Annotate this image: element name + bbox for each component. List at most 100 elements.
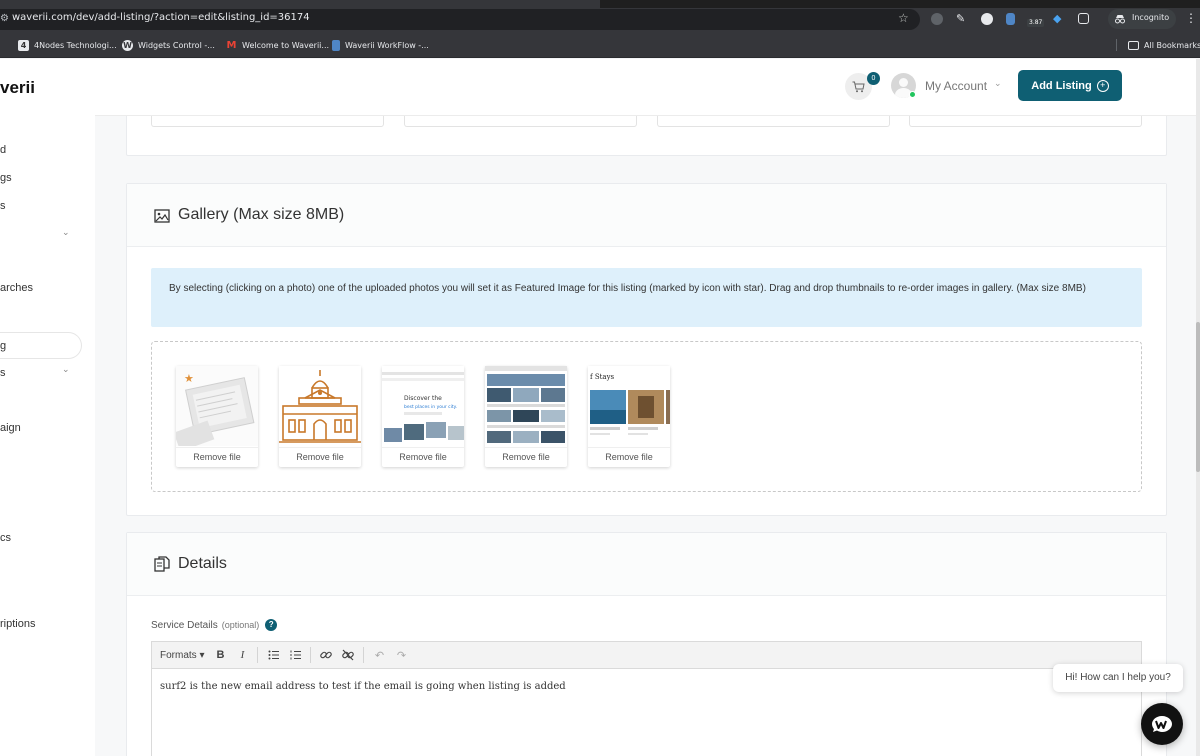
remove-file-button[interactable]: Remove file: [382, 447, 464, 467]
chat-greeting-bubble[interactable]: Hi! How can I help you?: [1053, 664, 1183, 692]
main-content: Gallery (Max size 8MB) By selecting (cli…: [95, 59, 1200, 756]
optional-label: (optional): [221, 620, 260, 630]
site-logo[interactable]: verii: [0, 78, 35, 98]
formats-label: Formats: [160, 649, 197, 661]
gallery-thumbnail[interactable]: Discover the best places in your city. R…: [382, 366, 464, 467]
sidebar-active-highlight: [0, 332, 82, 359]
extension-badge: 3.87: [1027, 19, 1045, 27]
thumbnail-heading: f Stays: [590, 373, 615, 381]
gallery-header: Gallery (Max size 8MB): [127, 184, 1166, 247]
thumbnail-image[interactable]: f Stays: [588, 366, 670, 446]
incognito-icon: [1115, 15, 1125, 24]
remove-file-button[interactable]: Remove file: [279, 447, 361, 467]
all-bookmarks-label: All Bookmarks: [1144, 40, 1200, 50]
url-text[interactable]: waverii.com/dev/add-listing/?action=edit…: [12, 12, 310, 23]
sidebar-item-subscriptions[interactable]: riptions: [0, 618, 35, 630]
details-title: Details: [178, 555, 227, 572]
gallery-thumbnail[interactable]: ★ Remove file: [176, 366, 258, 467]
copy-document-icon: [154, 556, 170, 572]
chevron-down-icon[interactable]: ⌄: [62, 228, 70, 238]
thumbnail-image[interactable]: [485, 366, 567, 446]
chevron-down-icon[interactable]: ⌄: [62, 365, 70, 375]
scrollbar-thumb[interactable]: [1196, 322, 1200, 472]
link-icon[interactable]: [316, 645, 336, 665]
bookmark-4nodes[interactable]: 4 4Nodes Technologi...: [18, 38, 117, 52]
bullet-list-icon[interactable]: [263, 645, 283, 665]
extension-icon[interactable]: [981, 13, 993, 25]
doc-icon: [332, 39, 340, 51]
extensions-puzzle-icon[interactable]: [1078, 13, 1089, 24]
sidebar-item-3[interactable]: s: [0, 200, 6, 212]
bookmark-label: Widgets Control -...: [138, 40, 215, 50]
remove-file-button[interactable]: Remove file: [176, 447, 258, 467]
active-tab[interactable]: [0, 0, 600, 8]
editor-content[interactable]: surf2 is the new email address to test i…: [160, 681, 566, 692]
redo-icon[interactable]: ↷: [391, 645, 411, 665]
cart-count-badge: 0: [867, 72, 880, 85]
bookmarks-bar: 4 4Nodes Technologi... W Widgets Control…: [0, 31, 1200, 58]
4nodes-icon: 4: [18, 39, 29, 51]
bookmark-label: Waverii WorkFlow -...: [345, 40, 429, 50]
gallery-thumbnail[interactable]: f Stays Remove file: [588, 366, 670, 467]
incognito-indicator[interactable]: Incognito: [1108, 9, 1176, 29]
thumbnail-heading-line1: Discover the: [404, 395, 442, 402]
sidebar-item-stats[interactable]: cs: [0, 532, 11, 544]
gallery-dropzone[interactable]: ★ Remove file Remove file Discover the b…: [151, 341, 1142, 492]
undo-icon[interactable]: ↶: [369, 645, 389, 665]
tag-extension-icon[interactable]: ◆: [1053, 13, 1065, 25]
thumbnail-image[interactable]: Discover the best places in your city.: [382, 366, 464, 446]
extension-doc-icon[interactable]: [1006, 13, 1015, 25]
gallery-title: Gallery (Max size 8MB): [178, 206, 345, 223]
unlink-icon[interactable]: [338, 645, 358, 665]
plus-circle-icon: +: [1096, 79, 1109, 92]
eyedropper-icon[interactable]: ✎: [956, 13, 968, 25]
thumbnail-heading-line2: best places in your city.: [404, 404, 457, 410]
italic-button[interactable]: I: [232, 645, 252, 665]
formats-dropdown[interactable]: Formats ▾: [160, 645, 208, 665]
gallery-info-box: By selecting (clicking on a photo) one o…: [151, 268, 1142, 327]
sidebar-item-listings[interactable]: gs: [0, 172, 12, 184]
gallery-section: Gallery (Max size 8MB) By selecting (cli…: [126, 183, 1167, 516]
sidebar-item-searches[interactable]: arches: [0, 282, 33, 294]
page-scrollbar[interactable]: [1196, 59, 1200, 756]
toolbar-divider: [310, 647, 312, 663]
browser-menu-icon[interactable]: ⋮: [1185, 11, 1197, 25]
extension-globe-icon[interactable]: [931, 13, 943, 25]
help-icon[interactable]: ?: [265, 619, 278, 631]
bookmarks-divider: [1116, 39, 1117, 51]
editor-toolbar: Formats ▾ B I ↶ ↷: [151, 641, 1142, 669]
address-bar[interactable]: ⚙ waverii.com/dev/add-listing/?action=ed…: [0, 9, 920, 30]
service-details-editor[interactable]: surf2 is the new email address to test i…: [151, 669, 1142, 756]
site-info-icon[interactable]: ⚙: [0, 13, 9, 25]
bookmark-widgets-control[interactable]: W Widgets Control -...: [122, 38, 215, 52]
gmail-icon: M: [226, 39, 237, 51]
gallery-thumbnail[interactable]: Remove file: [485, 366, 567, 467]
bookmark-welcome-waverii[interactable]: M Welcome to Waverii...: [226, 38, 330, 52]
all-bookmarks[interactable]: All Bookmarks: [1128, 38, 1200, 52]
bookmark-star-icon[interactable]: ☆: [898, 11, 909, 25]
add-listing-label: Add Listing: [1031, 79, 1092, 92]
bold-button[interactable]: B: [210, 645, 230, 665]
bookmark-label: 4Nodes Technologi...: [34, 40, 117, 50]
image-icon: [154, 209, 170, 223]
sidebar-item-dashboard[interactable]: d: [0, 144, 6, 156]
sidebar-item-6[interactable]: s: [0, 367, 6, 379]
remove-file-button[interactable]: Remove file: [588, 447, 670, 467]
sidebar: verii d gs s ⌄ arches g s ⌄ aign cs ript…: [0, 59, 95, 756]
add-listing-button[interactable]: Add Listing +: [1018, 70, 1122, 101]
sidebar-item-add-listing[interactable]: g: [0, 340, 6, 352]
chevron-down-icon[interactable]: ⌄: [994, 79, 1002, 89]
sidebar-item-campaign[interactable]: aign: [0, 422, 21, 434]
thumbnail-image[interactable]: [279, 366, 361, 446]
details-header: Details: [127, 533, 1166, 596]
toolbar-divider: [363, 647, 365, 663]
remove-file-button[interactable]: Remove file: [485, 447, 567, 467]
wordpress-icon: W: [122, 39, 133, 51]
bookmark-waverii-workflow[interactable]: Waverii WorkFlow -...: [332, 38, 429, 52]
browser-tab-strip: [0, 0, 1200, 8]
my-account-menu[interactable]: My Account: [925, 79, 987, 93]
chat-logo-icon: [1152, 716, 1172, 732]
numbered-list-icon[interactable]: [285, 645, 305, 665]
chat-launcher-button[interactable]: [1141, 703, 1183, 745]
gallery-thumbnail[interactable]: Remove file: [279, 366, 361, 467]
